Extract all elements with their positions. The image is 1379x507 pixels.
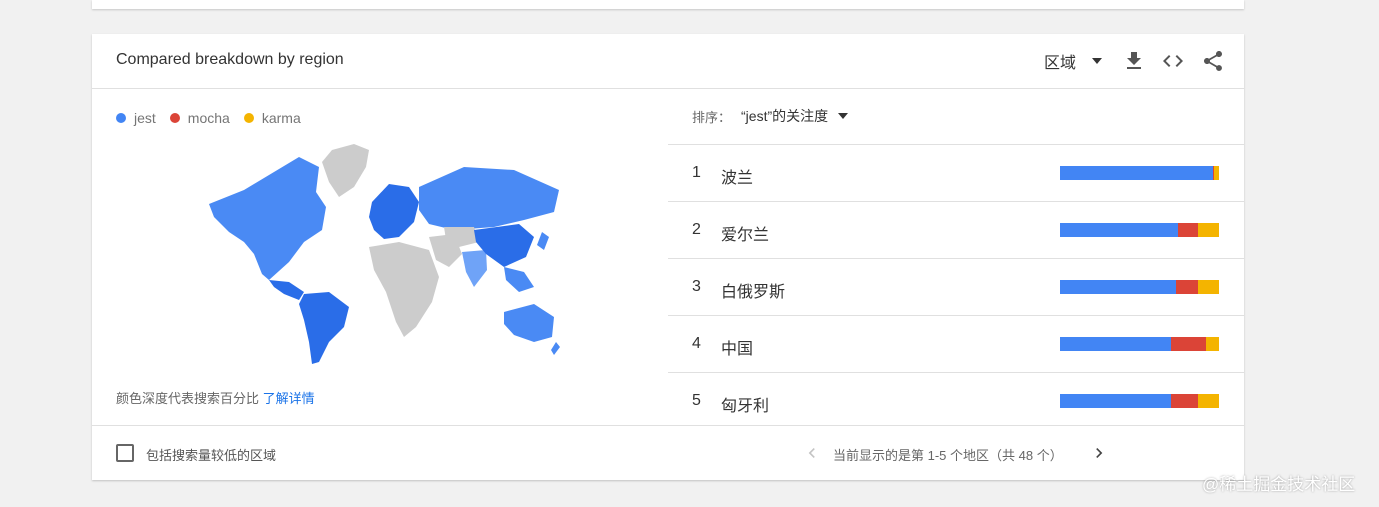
share-segment-karma xyxy=(1198,394,1219,408)
map-region-africa xyxy=(369,242,439,337)
share-segment-jest xyxy=(1060,280,1177,294)
rank-number: 1 xyxy=(692,164,701,181)
list-item[interactable]: 5 匈牙利 xyxy=(668,372,1244,429)
share-segment-mocha xyxy=(1171,394,1199,408)
share-bar xyxy=(1060,223,1219,237)
include-low-volume-checkbox[interactable] xyxy=(116,444,134,462)
share-bar xyxy=(1060,394,1219,408)
card-title: Compared breakdown by region xyxy=(116,51,344,68)
card-footer: 包括搜索量较低的区域 当前显示的是第 1-5 个地区（共 48 个） xyxy=(92,425,1244,481)
region-level-dropdown[interactable]: 区域 xyxy=(1044,49,1103,73)
card-header: Compared breakdown by region 区域 xyxy=(92,34,1244,89)
chevron-down-icon xyxy=(838,113,849,119)
watermark: @稀土掘金技术社区 xyxy=(1202,475,1356,494)
list-item[interactable]: 3 白俄罗斯 xyxy=(668,258,1244,315)
legend-dot-mocha xyxy=(169,113,180,123)
legend-item-mocha: mocha xyxy=(169,110,230,126)
share-bar xyxy=(1060,280,1219,294)
rank-number: 4 xyxy=(692,335,701,352)
share-bar xyxy=(1060,337,1219,351)
pagination-text: 当前显示的是第 1-5 个地区（共 48 个） xyxy=(833,448,1063,463)
list-item[interactable]: 4 中国 xyxy=(668,315,1244,372)
region-name: 白俄罗斯 xyxy=(721,284,786,301)
chart-legend: jest mocha karma xyxy=(116,110,301,126)
previous-card-edge xyxy=(92,0,1244,9)
map-region-north-america xyxy=(209,157,326,280)
map-region-japan xyxy=(537,232,549,250)
map-region-south-america xyxy=(299,292,349,364)
legend-dot-karma xyxy=(243,113,254,123)
share-segment-mocha xyxy=(1177,223,1199,237)
sort-control: 排序： “jest”的关注度 xyxy=(692,106,849,126)
region-name: 波兰 xyxy=(721,170,754,187)
legend-dot-jest xyxy=(116,113,126,123)
region-name: 中国 xyxy=(721,341,754,358)
checkbox-label: 包括搜索量较低的区域 xyxy=(146,448,277,463)
chevron-down-icon xyxy=(1092,58,1103,64)
region-ranking-list: 1 波兰 2 爱尔兰 3 白俄罗斯 4 中国 5 匈牙利 xyxy=(668,144,1244,429)
map-note-text: 颜色深度代表搜索百分比 xyxy=(116,391,260,406)
region-breakdown-card: Compared breakdown by region 区域 jest moc… xyxy=(92,34,1244,480)
map-region-russia xyxy=(419,167,559,230)
share-segment-karma xyxy=(1198,280,1219,294)
list-item[interactable]: 1 波兰 xyxy=(668,144,1244,201)
chevron-right-icon[interactable] xyxy=(1089,443,1109,463)
share-segment-karma xyxy=(1206,337,1219,351)
sort-label: 排序： xyxy=(692,109,732,125)
legend-label: mocha xyxy=(187,110,230,126)
rank-number: 5 xyxy=(692,392,701,409)
share-segment-jest xyxy=(1060,166,1213,180)
region-name: 匈牙利 xyxy=(721,398,770,415)
rank-number: 3 xyxy=(692,278,701,295)
map-region-central-america xyxy=(269,280,304,300)
map-note: 颜色深度代表搜索百分比 了解详情 xyxy=(116,388,315,407)
rank-number: 2 xyxy=(692,221,701,238)
share-segment-mocha xyxy=(1176,280,1199,294)
download-icon[interactable] xyxy=(1122,49,1146,73)
learn-more-link[interactable]: 了解详情 xyxy=(263,391,315,406)
region-level-label: 区域 xyxy=(1044,55,1077,72)
share-bar xyxy=(1060,166,1219,180)
share-icon[interactable] xyxy=(1201,49,1225,73)
chevron-left-icon[interactable] xyxy=(802,443,822,463)
region-name: 爱尔兰 xyxy=(721,227,770,244)
share-segment-jest xyxy=(1060,394,1172,408)
share-segment-karma xyxy=(1214,166,1219,180)
legend-item-jest: jest xyxy=(116,110,156,126)
map-region-southeast-asia xyxy=(504,267,534,292)
legend-label: jest xyxy=(134,110,156,126)
share-segment-mocha xyxy=(1171,337,1207,351)
world-map[interactable] xyxy=(204,142,564,367)
legend-label: karma xyxy=(261,110,301,126)
map-region-new-zealand xyxy=(551,342,560,355)
map-region-australia xyxy=(504,304,554,342)
share-segment-jest xyxy=(1060,223,1178,237)
sort-value: “jest”的关注度 xyxy=(741,108,829,124)
share-segment-jest xyxy=(1060,337,1172,351)
sort-dropdown[interactable]: “jest”的关注度 xyxy=(741,106,849,126)
list-item[interactable]: 2 爱尔兰 xyxy=(668,201,1244,258)
map-region-greenland xyxy=(322,144,369,197)
legend-item-karma: karma xyxy=(243,110,301,126)
share-segment-karma xyxy=(1198,223,1219,237)
embed-code-icon[interactable] xyxy=(1161,49,1185,73)
map-region-europe xyxy=(369,184,419,239)
map-region-india xyxy=(462,250,487,287)
